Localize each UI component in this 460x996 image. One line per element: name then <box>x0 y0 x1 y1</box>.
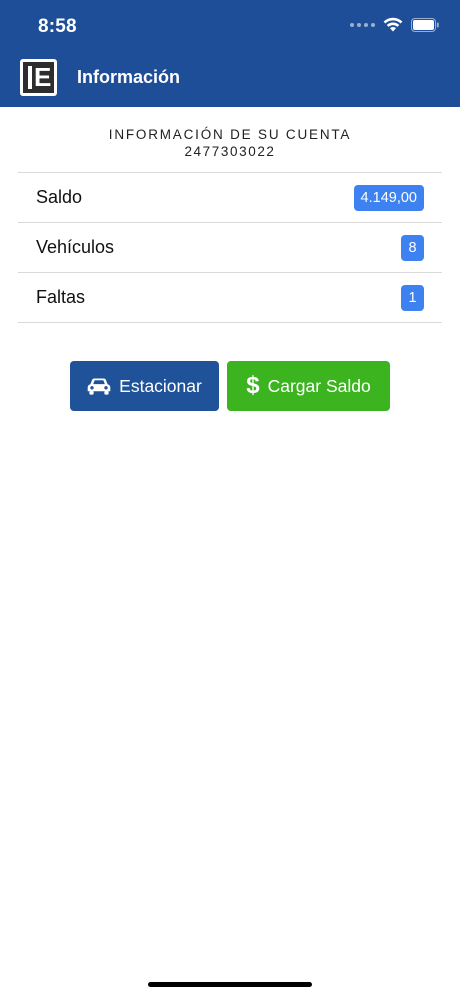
account-number: 2477303022 <box>184 144 276 159</box>
estacionar-label: Estacionar <box>119 375 202 396</box>
status-time: 8:58 <box>38 16 77 37</box>
account-info-header: INFORMACIÓN DE SU CUENTA 2477303022 <box>0 127 460 159</box>
signal-dots-icon <box>350 22 375 27</box>
status-bar: 8:58 <box>0 0 460 52</box>
logo-letter: E <box>34 62 52 92</box>
row-label: Vehículos <box>36 237 115 257</box>
cargar-saldo-label: Cargar Saldo <box>267 375 371 396</box>
status-icons <box>350 17 440 32</box>
dollar-icon: $ <box>246 372 260 399</box>
app-header: E Información <box>0 52 460 107</box>
list-item-saldo[interactable]: Saldo 4.149,00 <box>18 173 442 223</box>
saldo-badge: 4.149,00 <box>353 185 424 211</box>
vehiculos-badge: 8 <box>401 235 424 261</box>
cargar-saldo-button[interactable]: $ Cargar Saldo <box>227 361 390 411</box>
list-item-vehiculos[interactable]: Vehículos 8 <box>18 223 442 273</box>
faltas-badge: 1 <box>401 285 424 311</box>
page-title: Información <box>77 67 181 87</box>
logo-bar <box>28 66 32 89</box>
home-indicator[interactable] <box>148 982 312 987</box>
app-logo[interactable]: E <box>20 59 57 96</box>
wifi-icon <box>383 17 403 32</box>
estacionar-button[interactable]: Estacionar <box>70 361 219 411</box>
logo-mark: E <box>23 62 54 93</box>
battery-icon <box>411 17 439 32</box>
row-label: Faltas <box>36 287 86 307</box>
account-info-label: INFORMACIÓN DE SU CUENTA <box>108 127 352 142</box>
car-icon <box>87 378 111 395</box>
row-label: Saldo <box>36 187 83 207</box>
list-item-faltas[interactable]: Faltas 1 <box>18 273 442 323</box>
account-summary-list: Saldo 4.149,00 Vehículos 8 Faltas 1 <box>18 172 442 323</box>
